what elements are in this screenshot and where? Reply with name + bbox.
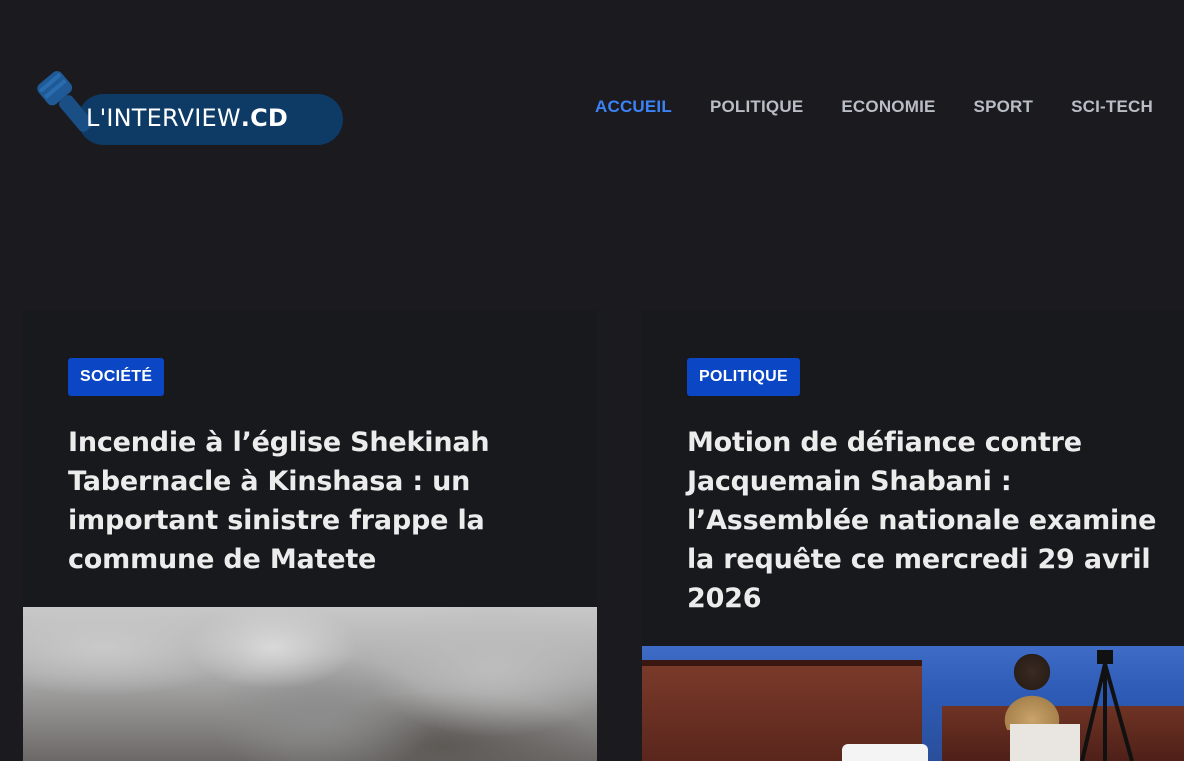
smoke-fire-photo xyxy=(23,607,597,761)
article-card[interactable]: POLITIQUE Motion de défiance contre Jacq… xyxy=(642,310,1184,761)
logo-text: L'INTERVIEW.CD xyxy=(86,104,288,132)
site-logo[interactable]: L'INTERVIEW.CD xyxy=(30,68,343,148)
article-title[interactable]: Motion de défiance contre Jacquemain Sha… xyxy=(687,423,1182,618)
photo-overlay-tab xyxy=(842,744,928,761)
nav-item-economie[interactable]: ECONOMIE xyxy=(841,97,935,117)
nav-item-accueil[interactable]: ACCUEIL xyxy=(595,97,672,117)
nav-item-sport[interactable]: SPORT xyxy=(974,97,1034,117)
article-card[interactable]: SOCIÉTÉ Incendie à l’église Shekinah Tab… xyxy=(23,310,597,761)
nav-item-sci-tech[interactable]: SCI-TECH xyxy=(1071,97,1153,117)
logo-text-suffix: .CD xyxy=(240,104,289,132)
camera-tripod-icon xyxy=(1080,650,1134,761)
logo-text-prefix: L'INTERVIEW xyxy=(86,104,241,132)
national-assembly-photo xyxy=(642,646,1184,761)
category-badge[interactable]: SOCIÉTÉ xyxy=(68,358,165,396)
article-image[interactable] xyxy=(23,607,597,761)
category-badge[interactable]: POLITIQUE xyxy=(687,358,800,396)
article-title[interactable]: Incendie à l’église Shekinah Tabernacle … xyxy=(68,423,548,579)
article-image[interactable] xyxy=(642,646,1184,761)
page: L'INTERVIEW.CD ACCUEIL POLITIQUE ECONOMI… xyxy=(0,0,1184,761)
main-nav: ACCUEIL POLITIQUE ECONOMIE SPORT SCI-TEC… xyxy=(595,97,1153,117)
nav-item-politique[interactable]: POLITIQUE xyxy=(710,97,803,117)
